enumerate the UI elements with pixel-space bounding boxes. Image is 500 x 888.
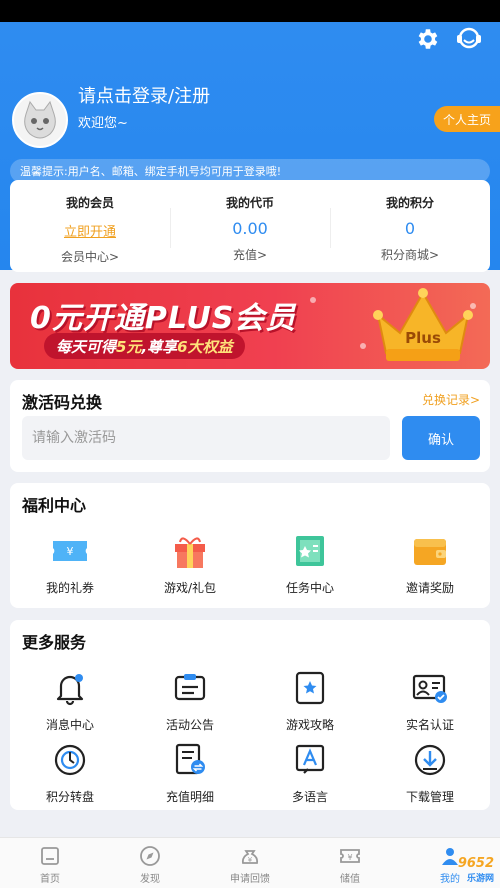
announcement-icon [170, 668, 210, 708]
nav-home[interactable]: 首页 [0, 838, 100, 888]
svg-text:¥: ¥ [67, 545, 74, 558]
banner-subtitle-highlight: 6大权益 [177, 337, 233, 356]
welfare-item-label: 任务中心 [285, 581, 334, 595]
service-item-recharge-detail[interactable]: 充值明细 [130, 740, 250, 805]
guide-book-icon [290, 668, 330, 708]
watermark-brand: 9652 [457, 856, 494, 871]
member-center-link[interactable]: 会员中心> [61, 248, 119, 265]
coupon-icon: ¥ [50, 531, 90, 571]
gift-icon [170, 531, 210, 571]
services-title: 更多服务 [22, 633, 87, 652]
stat-title: 我的积分 [385, 196, 434, 210]
nav-stored-value[interactable]: ¥ 储值 [300, 838, 400, 888]
banner-subtitle-text: 每天可得 [56, 337, 117, 356]
welfare-item-gifts[interactable]: 游戏/礼包 [130, 531, 250, 596]
decoration-dot [360, 343, 366, 349]
nav-label: 首页 [40, 874, 60, 885]
banner-subtitle-highlight: 5元 [116, 337, 142, 356]
confirm-button[interactable]: 确认 [402, 416, 480, 460]
points-stat: 我的积分 0 积分商城> [330, 180, 490, 272]
more-services-card: 更多服务 消息中心 活动公告 游戏攻略 实名认证 积分转盘 充值明细 多语言 下… [10, 620, 490, 810]
membership-stat: 我的会员 立即开通 会员中心> [10, 180, 170, 272]
language-icon [290, 740, 330, 780]
welfare-center-card: 福利中心 ¥ 我的礼券 游戏/礼包 任务中心 邀请奖励 [10, 483, 490, 608]
redeem-card: 激活码兑换 兑换记录> 确认 [10, 380, 490, 472]
service-item-label: 下载管理 [405, 790, 454, 804]
svg-text:¥: ¥ [347, 853, 352, 862]
service-item-label: 游戏攻略 [285, 718, 334, 732]
crown-icon: Plus [373, 288, 473, 361]
nav-label: 申请回馈 [230, 874, 270, 885]
banner-subtitle-text: ,尊享 [141, 337, 178, 356]
status-bar [0, 0, 500, 22]
login-register-link[interactable]: 请点击登录/注册 [78, 82, 210, 108]
welfare-item-label: 邀请奖励 [405, 581, 454, 595]
service-item-label: 充值明细 [165, 790, 214, 804]
plus-membership-banner[interactable]: 0元开通PLUS会员 每天可得 5元 ,尊享 6大权益 Plus [10, 283, 490, 369]
banner-subtitle: 每天可得 5元 ,尊享 6大权益 [44, 333, 245, 359]
banner-title: 0元开通PLUS会员 [30, 301, 297, 336]
points-mall-link[interactable]: 积分商城> [381, 246, 439, 263]
wallet-icon [410, 531, 450, 571]
avatar[interactable] [12, 92, 68, 148]
service-item-label: 多语言 [291, 790, 328, 804]
welfare-item-coupons[interactable]: ¥ 我的礼券 [10, 531, 130, 596]
stat-title: 我的会员 [65, 196, 114, 210]
decoration-dot [310, 297, 316, 303]
service-item-downloads[interactable]: 下载管理 [370, 740, 490, 805]
redeem-record-link[interactable]: 兑换记录> [422, 391, 480, 408]
service-item-messages[interactable]: 消息中心 [10, 668, 130, 733]
task-book-icon [290, 531, 330, 571]
crown-text: Plus [405, 329, 441, 347]
id-card-icon [410, 668, 450, 708]
svg-text:¥: ¥ [248, 856, 253, 864]
service-item-label: 活动公告 [165, 718, 214, 732]
service-item-language[interactable]: 多语言 [250, 740, 370, 805]
welfare-item-label: 我的礼券 [45, 581, 94, 595]
welfare-item-label: 游戏/礼包 [163, 581, 217, 595]
service-item-announcements[interactable]: 活动公告 [130, 668, 250, 733]
nav-label: 发现 [140, 874, 160, 885]
open-membership-link[interactable]: 立即开通 [64, 221, 116, 240]
token-balance: 0.00 [232, 219, 268, 238]
welfare-item-invite[interactable]: 邀请奖励 [370, 531, 490, 596]
account-stats-card: 我的会员 立即开通 会员中心> 我的代币 0.00 充值> 我的积分 0 积分商… [10, 180, 490, 272]
welcome-text: 欢迎您~ [78, 116, 128, 131]
bell-icon [50, 668, 90, 708]
wheel-icon [50, 740, 90, 780]
activation-code-input[interactable] [22, 416, 390, 460]
gear-icon[interactable] [410, 22, 444, 56]
token-stat: 我的代币 0.00 充值> [170, 180, 330, 272]
service-item-label: 消息中心 [45, 718, 94, 732]
recharge-link[interactable]: 充值> [233, 246, 267, 263]
service-item-label: 积分转盘 [45, 790, 94, 804]
watermark-logo: 9652 乐游网 [458, 856, 494, 884]
ticket-icon: ¥ [338, 844, 362, 868]
service-item-label: 实名认证 [405, 718, 454, 732]
welfare-item-tasks[interactable]: 任务中心 [250, 531, 370, 596]
headset-icon[interactable] [452, 22, 486, 56]
service-item-guides[interactable]: 游戏攻略 [250, 668, 370, 733]
recharge-detail-icon [170, 740, 210, 780]
service-item-wheel[interactable]: 积分转盘 [10, 740, 130, 805]
redeem-title: 激活码兑换 [22, 393, 103, 412]
download-icon [410, 740, 450, 780]
welfare-title: 福利中心 [22, 496, 87, 515]
bottom-nav: 首页 发现 ¥ 申请回馈 ¥ 储值 我的 9652 乐游网 [0, 837, 500, 888]
stat-title: 我的代币 [225, 196, 274, 210]
money-bag-icon: ¥ [238, 844, 262, 868]
compass-icon [138, 844, 162, 868]
watermark-sub: 乐游网 [466, 874, 494, 884]
nav-discover[interactable]: 发现 [100, 838, 200, 888]
nav-feedback[interactable]: ¥ 申请回馈 [200, 838, 300, 888]
nav-label: 储值 [340, 874, 360, 885]
profile-button[interactable]: 个人主页 [434, 106, 500, 132]
service-item-real-name[interactable]: 实名认证 [370, 668, 490, 733]
points-balance: 0 [404, 219, 416, 238]
home-icon [38, 844, 62, 868]
